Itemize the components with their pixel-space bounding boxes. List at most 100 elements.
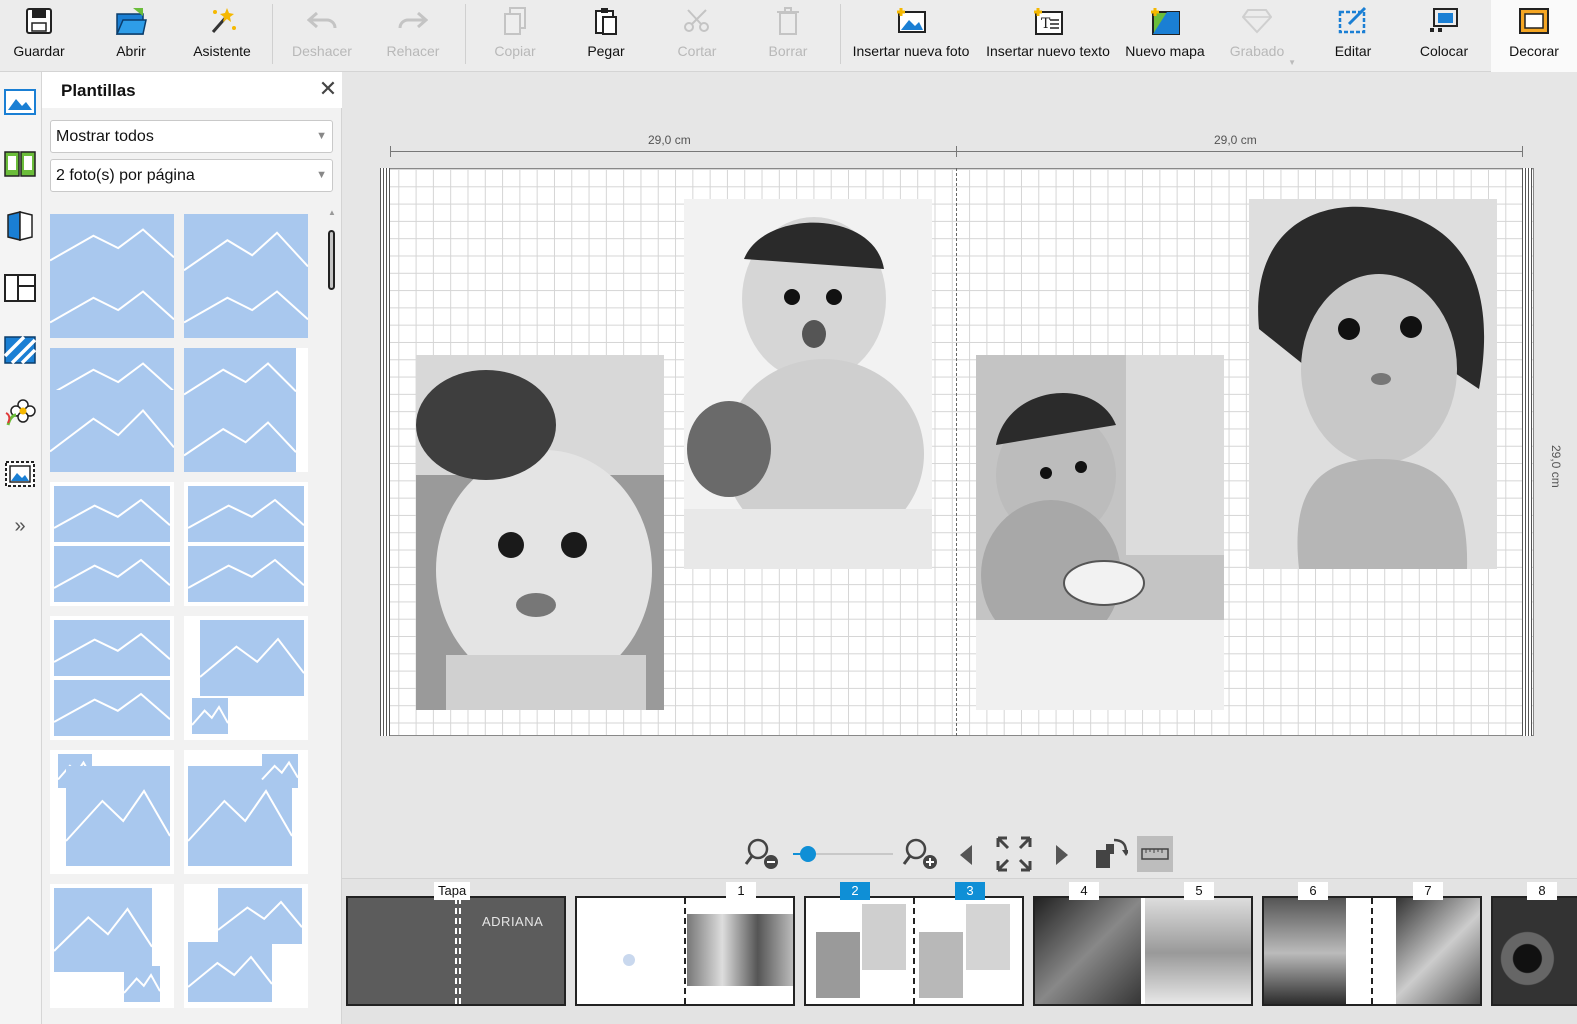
side-rail: » — [0, 72, 42, 1024]
diamond-icon — [1240, 4, 1274, 38]
cover-title: ADRIANA — [482, 914, 544, 929]
open-button[interactable]: Abrir — [96, 0, 166, 72]
save-icon — [22, 4, 56, 38]
place-button[interactable]: Colocar — [1410, 0, 1478, 72]
page-thumb-cover[interactable]: ADRIANA — [346, 896, 566, 1006]
template-thumbnail[interactable] — [184, 616, 308, 740]
rail-cover-button[interactable] — [2, 208, 38, 244]
insert-photo-button[interactable]: Insertar nueva foto — [848, 0, 974, 72]
scroll-up-icon[interactable]: ▲ — [326, 208, 338, 217]
template-scrollbar[interactable]: ▲ — [326, 208, 338, 1024]
page-label-5: 5 — [1184, 882, 1214, 900]
redo-button[interactable]: Rehacer — [380, 0, 446, 72]
template-thumbnail[interactable] — [183, 214, 309, 338]
zoom-slider-handle[interactable] — [800, 846, 816, 862]
paste-button[interactable]: Pegar — [574, 0, 638, 72]
next-page-button[interactable] — [1052, 842, 1072, 868]
photo-baby-tongue[interactable] — [684, 199, 932, 569]
engraving-label: Grabado — [1229, 43, 1285, 59]
photos-per-page-dropdown[interactable]: 2 foto(s) por página ▼ — [50, 159, 333, 192]
rail-layouts-button[interactable] — [2, 270, 38, 306]
page-spine — [913, 898, 915, 1004]
edit-label: Editar — [1334, 43, 1372, 59]
rail-photos-button[interactable] — [2, 84, 38, 120]
redo-icon — [396, 4, 430, 38]
scrollbar-thumb[interactable] — [328, 230, 335, 290]
close-icon[interactable]: ✕ — [317, 78, 339, 100]
rail-clipart-button[interactable] — [2, 394, 38, 430]
photo-baby-knit-hat[interactable] — [416, 355, 664, 710]
photo-toddler-portrait[interactable] — [1249, 199, 1497, 569]
template-thumbnail[interactable] — [50, 884, 174, 1008]
template-thumbnail[interactable] — [184, 750, 308, 874]
scissors-icon — [680, 4, 714, 38]
save-label: Guardar — [13, 43, 65, 59]
insert-text-icon: T — [1031, 4, 1065, 38]
copy-icon — [498, 4, 532, 38]
template-thumbnail[interactable] — [50, 616, 174, 740]
page-thumb-4-5[interactable] — [1033, 896, 1253, 1006]
decorate-tab[interactable]: Decorar — [1491, 0, 1577, 72]
zoom-in-button[interactable] — [902, 836, 942, 872]
toolbar-divider — [272, 4, 273, 64]
thumb-photo — [1493, 898, 1577, 1004]
template-preview-icon — [53, 486, 171, 602]
book-cover-icon — [7, 211, 33, 241]
page-thumb-1[interactable] — [575, 896, 795, 1006]
save-button[interactable]: Guardar — [4, 0, 74, 72]
edit-button[interactable]: Editar — [1320, 0, 1386, 72]
page-thumb-2-3[interactable] — [804, 896, 1024, 1006]
page-label-8: 8 — [1527, 882, 1557, 900]
cut-label: Cortar — [677, 43, 717, 59]
photo-toddler-teacup[interactable] — [976, 355, 1224, 710]
wizard-button[interactable]: Asistente — [186, 0, 258, 72]
fit-to-screen-button[interactable] — [994, 834, 1034, 874]
swap-pages-button[interactable] — [1090, 834, 1130, 874]
insert-text-button[interactable]: T Insertar nuevo texto — [982, 0, 1114, 72]
zoom-out-icon — [744, 838, 778, 869]
undo-button[interactable]: Deshacer — [286, 0, 358, 72]
template-thumbnail[interactable] — [50, 482, 174, 606]
new-map-button[interactable]: Nuevo mapa — [1122, 0, 1208, 72]
redo-label: Rehacer — [386, 43, 440, 59]
rail-pages-button[interactable] — [2, 146, 38, 182]
ruler-right-width: 29,0 cm — [1214, 133, 1257, 147]
expand-arrows-icon — [996, 836, 1032, 872]
previous-page-button[interactable] — [956, 842, 976, 868]
rail-backgrounds-button[interactable] — [2, 332, 38, 368]
page-label-7: 7 — [1413, 882, 1443, 900]
template-preview-icon — [187, 754, 299, 866]
insert-photo-icon — [894, 4, 928, 38]
page-thumb-8[interactable] — [1491, 896, 1577, 1006]
template-preview-icon — [53, 888, 161, 1002]
page-thumb-6-7[interactable] — [1262, 896, 1482, 1006]
template-thumbnail[interactable] — [183, 348, 308, 472]
ruler-toggle-button[interactable] — [1137, 836, 1173, 872]
delete-button[interactable]: Borrar — [756, 0, 820, 72]
book-pages-icon — [4, 151, 36, 177]
open-label: Abrir — [116, 43, 146, 59]
copy-label: Copiar — [494, 43, 536, 59]
trash-icon — [771, 4, 805, 38]
chevron-left-icon — [960, 845, 972, 865]
filter-dropdown[interactable]: Mostrar todos ▼ — [50, 120, 333, 153]
photos-per-page-value: 2 foto(s) por página — [56, 167, 195, 184]
thumb-photo — [862, 904, 906, 970]
undo-icon — [305, 4, 339, 38]
cut-button[interactable]: Cortar — [664, 0, 730, 72]
chevron-down-icon: ▼ — [316, 130, 327, 142]
copy-button[interactable]: Copiar — [482, 0, 548, 72]
template-thumbnail[interactable] — [184, 482, 308, 606]
left-page-edge — [380, 168, 390, 736]
zoom-out-button[interactable] — [744, 836, 784, 872]
background-stripes-icon — [4, 336, 36, 364]
rail-expand-button[interactable]: » — [2, 508, 38, 544]
template-thumbnail[interactable] — [50, 348, 175, 472]
template-thumbnail[interactable] — [50, 214, 175, 338]
template-thumbnail[interactable] — [184, 884, 308, 1008]
rail-frames-button[interactable] — [2, 456, 38, 492]
decorate-label: Decorar — [1509, 43, 1559, 59]
template-thumbnail[interactable] — [50, 750, 174, 874]
engraving-button[interactable]: Grabado ▼ — [1222, 0, 1296, 72]
template-preview-icon — [187, 486, 305, 602]
